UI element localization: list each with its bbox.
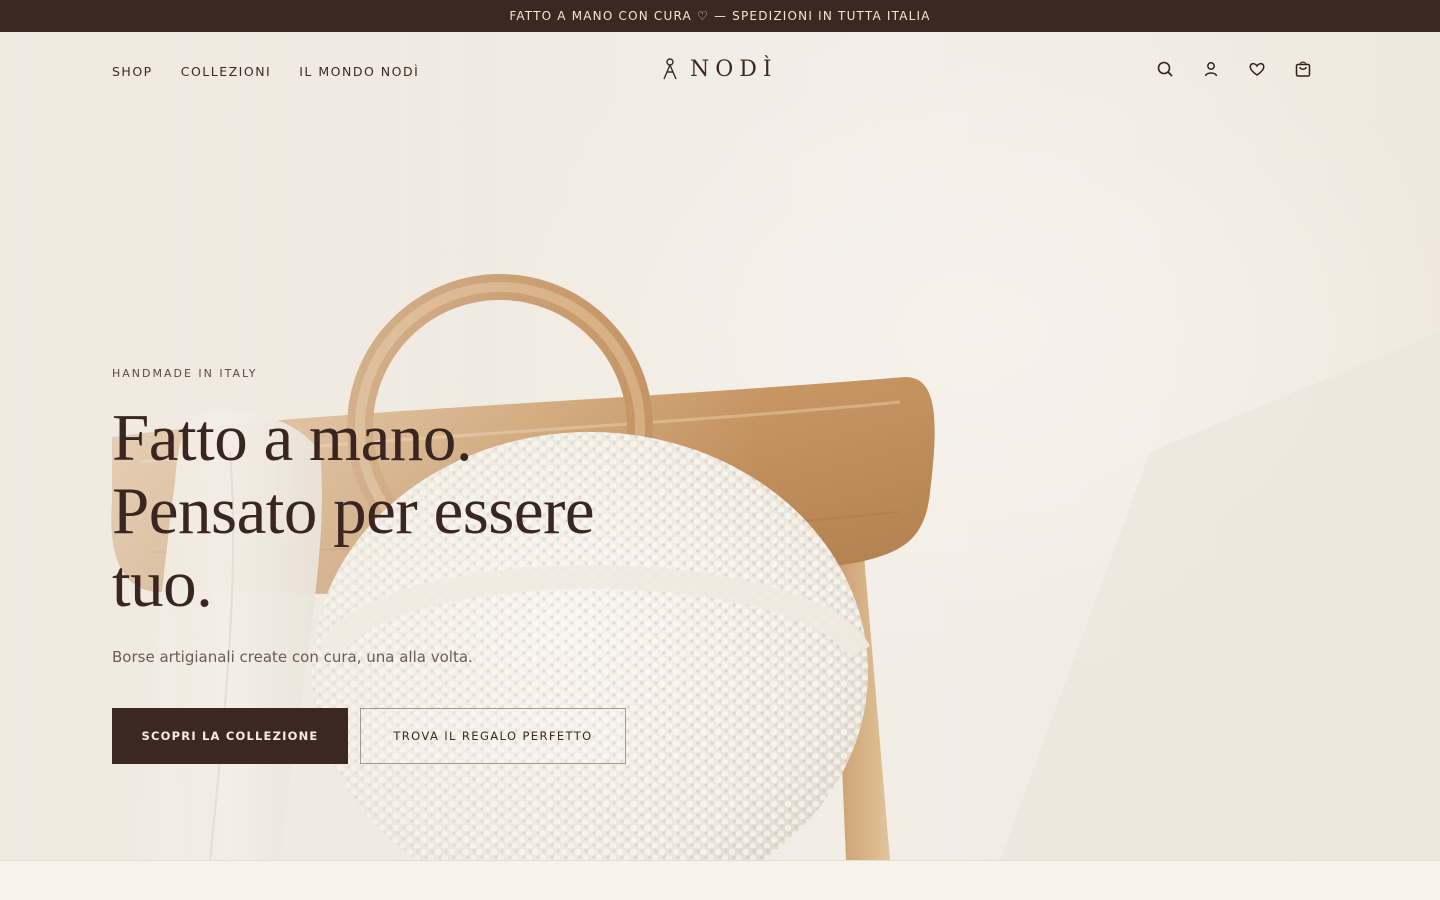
- header-actions: [1156, 60, 1312, 78]
- hero-subtitle: Borse artigianali create con cura, una a…: [112, 648, 473, 666]
- announcement-bar: FATTO A MANO CON CURA ♡ — SPEDIZIONI IN …: [0, 0, 1440, 32]
- hero-headline-line-3: tuo.: [112, 547, 213, 621]
- announcement-text: FATTO A MANO CON CURA ♡ — SPEDIZIONI IN …: [509, 9, 931, 23]
- account-icon[interactable]: [1202, 60, 1220, 78]
- nav-item-collezioni[interactable]: COLLEZIONI: [181, 64, 272, 79]
- brand-name: NODÌ: [690, 56, 778, 82]
- nav-item-shop[interactable]: SHOP: [112, 64, 153, 79]
- brand-logo[interactable]: NODÌ: [662, 54, 778, 84]
- hero-eyebrow: HANDMADE IN ITALY: [112, 367, 258, 380]
- discover-collection-button[interactable]: SCOPRI LA COLLEZIONE: [112, 708, 348, 764]
- hero-headline-line-2: Pensato per essere: [112, 474, 595, 548]
- nav-item-il-mondo-nodi[interactable]: IL MONDO NODÌ: [299, 64, 419, 79]
- knot-figure-icon: [663, 58, 677, 80]
- hero-headline-line-1: Fatto a mano.: [112, 401, 473, 475]
- main-nav: SHOP COLLEZIONI IL MONDO NODÌ: [112, 64, 419, 79]
- search-icon[interactable]: [1156, 60, 1174, 78]
- bag-icon[interactable]: [1294, 60, 1312, 78]
- hero-headline: Fatto a mano. Pensato per essere tuo.: [112, 402, 672, 621]
- next-section-edge: [0, 860, 1440, 900]
- site-header: SHOP COLLEZIONI IL MONDO NODÌ NODÌ: [0, 32, 1440, 110]
- heart-icon[interactable]: [1248, 60, 1266, 78]
- find-gift-button[interactable]: TROVA IL REGALO PERFETTO: [360, 708, 626, 764]
